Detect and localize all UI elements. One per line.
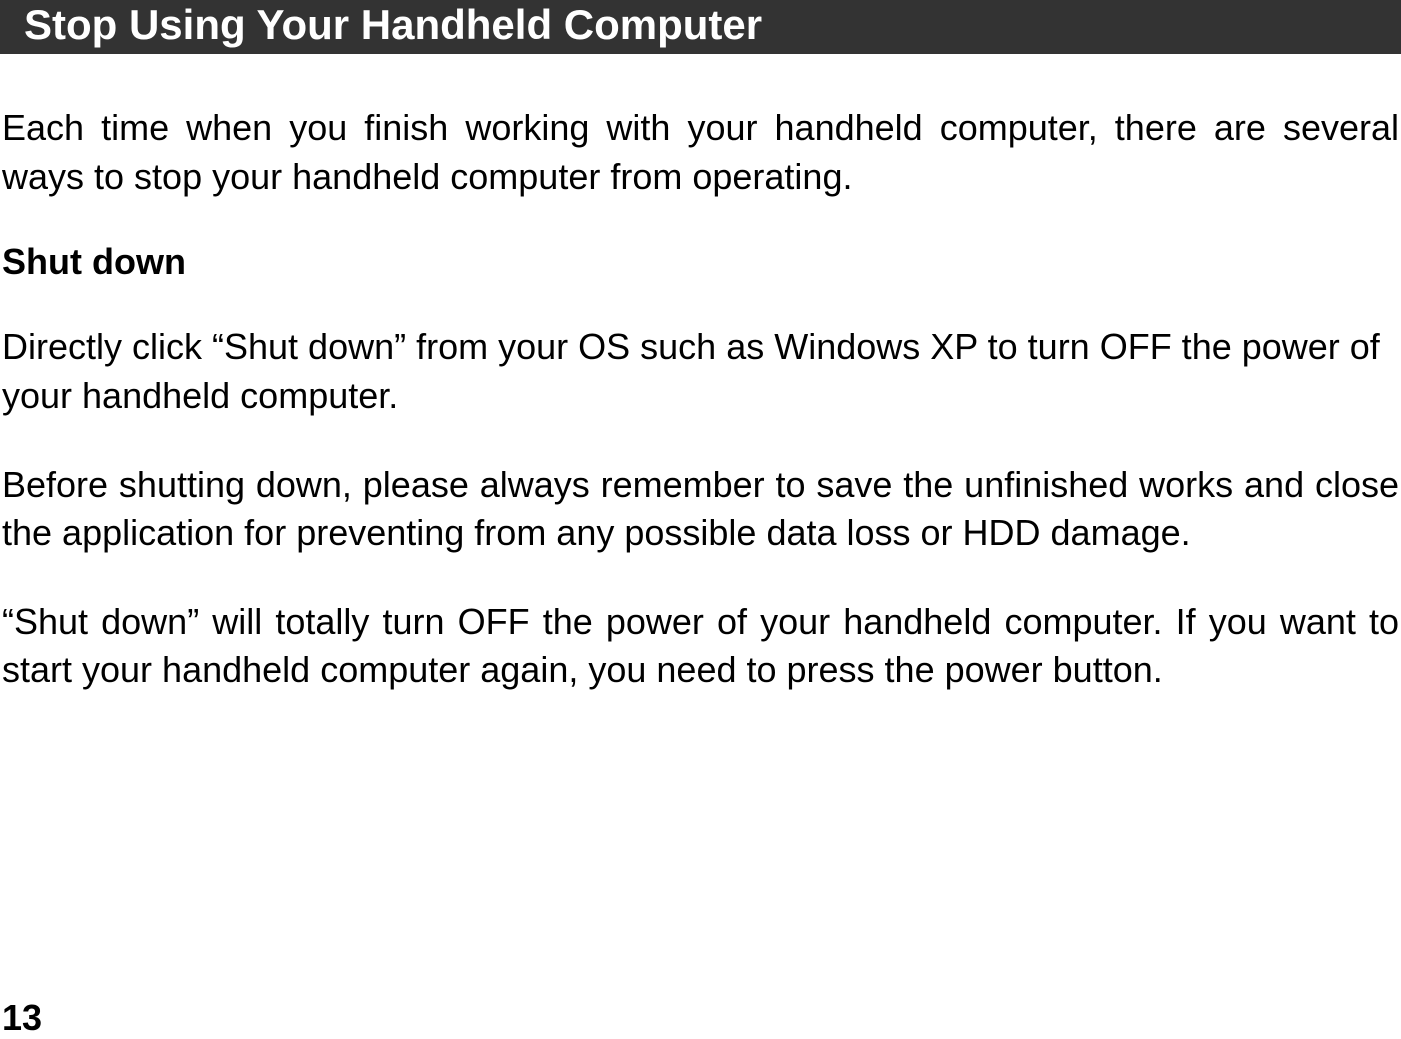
body-paragraph-2: Before shutting down, please always reme… [0, 461, 1401, 558]
body-paragraph-1: Directly click “Shut down” from your OS … [0, 323, 1401, 420]
page-number: 13 [2, 997, 42, 1039]
section-heading-shut-down: Shut down [2, 241, 1401, 283]
page-content: Each time when you finish working with y… [0, 54, 1401, 695]
body-paragraph-3: “Shut down” will totally turn OFF the po… [0, 598, 1401, 695]
intro-paragraph: Each time when you finish working with y… [0, 104, 1401, 201]
page-heading: Stop Using Your Handheld Computer [0, 0, 1401, 54]
